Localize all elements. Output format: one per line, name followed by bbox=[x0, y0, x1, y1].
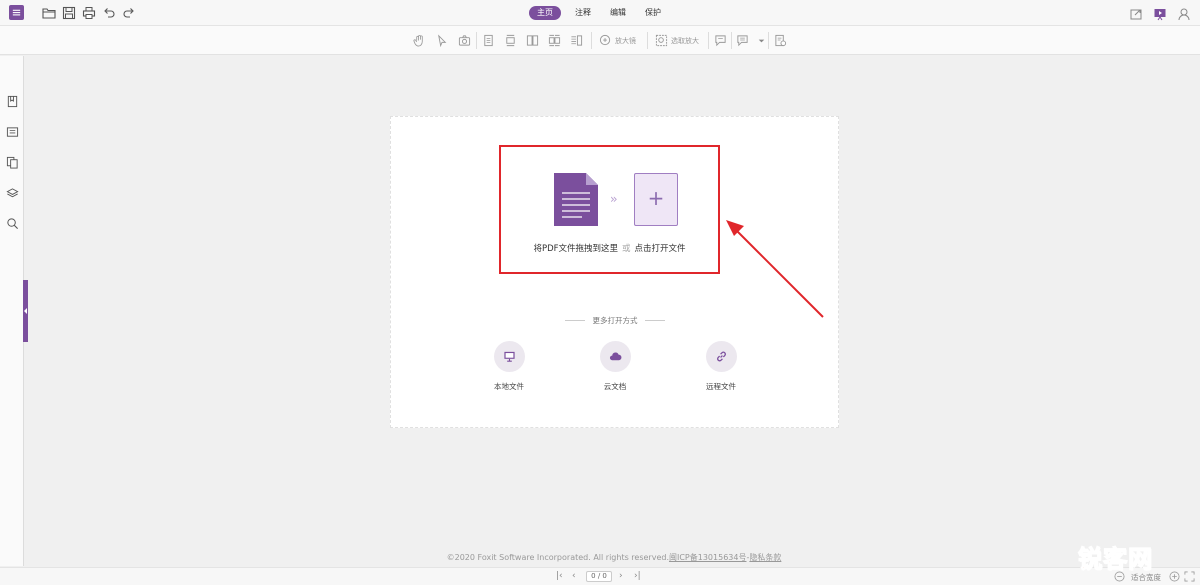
fullscreen-icon[interactable] bbox=[1184, 571, 1195, 582]
page-number-input[interactable]: 0 / 0 bbox=[586, 571, 612, 582]
local-file-option[interactable]: 本地文件 bbox=[479, 341, 539, 392]
next-page-icon[interactable]: › bbox=[619, 571, 623, 581]
remote-file-label: 远程文件 bbox=[706, 382, 736, 391]
pages-icon[interactable] bbox=[6, 154, 19, 169]
search-icon[interactable] bbox=[6, 215, 19, 230]
more-options-title: 更多打开方式 bbox=[592, 316, 638, 325]
single-page-icon[interactable] bbox=[482, 33, 495, 48]
user-icon[interactable] bbox=[1176, 6, 1192, 22]
add-file-button[interactable]: + bbox=[634, 173, 678, 226]
drop-or: 或 bbox=[622, 244, 631, 254]
bookmark-icon[interactable] bbox=[6, 93, 19, 108]
icp-link[interactable]: 闽ICP备13015634号 bbox=[669, 553, 747, 562]
tab-edit[interactable]: 编辑 bbox=[610, 6, 626, 20]
status-bar: |‹ ‹ 0 / 0 › ›| 适合宽度 bbox=[0, 567, 1200, 585]
tab-protect[interactable]: 保护 bbox=[645, 6, 661, 20]
continuous-page-icon[interactable] bbox=[504, 33, 517, 48]
cloud-doc-option[interactable]: 云文档 bbox=[585, 341, 645, 392]
link-icon bbox=[716, 351, 726, 362]
top-bar: 主页 注释 编辑 保护 bbox=[0, 0, 1200, 26]
facing-page-icon[interactable] bbox=[526, 33, 539, 48]
snapshot-icon[interactable] bbox=[458, 33, 471, 48]
monitor-icon bbox=[503, 351, 515, 362]
save-icon[interactable] bbox=[61, 5, 77, 21]
cloud-doc-label: 云文档 bbox=[603, 382, 627, 391]
pdf-document-icon bbox=[554, 173, 598, 226]
chevron-right-icon: ›› bbox=[610, 192, 617, 206]
click-open-link[interactable]: 点击打开文件 bbox=[635, 244, 686, 254]
red-arrow-annotation bbox=[726, 220, 824, 318]
comment-icon[interactable] bbox=[714, 33, 727, 48]
drop-zone[interactable]: ›› + 将PDF文件拖拽到这里或点击打开文件 bbox=[499, 145, 720, 274]
copyright-footer: ©2020 Foxit Software Incorporated. All r… bbox=[0, 552, 1200, 563]
plus-icon: + bbox=[647, 186, 665, 210]
copyright-text: ©2020 Foxit Software Incorporated. All r… bbox=[446, 553, 669, 562]
menu-icon[interactable] bbox=[9, 5, 24, 20]
watermark-logo: 锐客网 bbox=[1078, 545, 1153, 574]
select-zoom-button[interactable]: 选取放大 bbox=[655, 33, 699, 48]
drop-text: 将PDF文件拖拽到这里 bbox=[533, 244, 619, 254]
present-icon[interactable] bbox=[1152, 6, 1168, 22]
cloud-icon bbox=[609, 352, 621, 361]
zoom-in-icon[interactable] bbox=[1169, 571, 1180, 582]
open-folder-icon[interactable] bbox=[41, 5, 57, 21]
document-settings-icon[interactable] bbox=[774, 33, 787, 48]
remote-file-option[interactable]: 远程文件 bbox=[691, 341, 751, 392]
last-page-icon[interactable]: ›| bbox=[634, 571, 641, 581]
select-zoom-label: 选取放大 bbox=[671, 36, 699, 45]
magnifier-button[interactable]: 放大镜 bbox=[599, 33, 636, 48]
prev-page-icon[interactable]: ‹ bbox=[572, 571, 576, 581]
redo-icon[interactable] bbox=[121, 5, 137, 21]
dropdown-icon[interactable] bbox=[755, 33, 768, 48]
hand-icon[interactable] bbox=[413, 33, 426, 48]
note-icon[interactable] bbox=[736, 33, 749, 48]
drop-instruction: 将PDF文件拖拽到这里或点击打开文件 bbox=[501, 242, 718, 254]
privacy-link[interactable]: 隐私条款 bbox=[749, 553, 781, 562]
split-view-icon[interactable] bbox=[570, 33, 583, 48]
ribbon-tabs: 主页 注释 编辑 保护 bbox=[529, 6, 680, 20]
share-icon[interactable] bbox=[1128, 6, 1144, 22]
tab-home[interactable]: 主页 bbox=[529, 6, 561, 20]
continuous-facing-icon[interactable] bbox=[548, 33, 561, 48]
select-arrow-icon[interactable] bbox=[436, 33, 449, 48]
local-file-label: 本地文件 bbox=[494, 382, 524, 391]
comments-panel-icon[interactable] bbox=[6, 124, 19, 137]
first-page-icon[interactable]: |‹ bbox=[556, 571, 563, 581]
select-zoom-icon bbox=[655, 34, 668, 47]
more-options-divider: 更多打开方式 bbox=[565, 315, 665, 325]
magnifier-icon bbox=[599, 34, 611, 46]
print-icon[interactable] bbox=[81, 5, 97, 21]
sidebar-collapse-handle[interactable] bbox=[23, 280, 28, 342]
tab-annotate[interactable]: 注释 bbox=[575, 6, 591, 20]
layers-icon[interactable] bbox=[6, 185, 19, 198]
undo-icon[interactable] bbox=[101, 5, 117, 21]
toolbar: 放大镜 选取放大 bbox=[0, 26, 1200, 55]
magnifier-label: 放大镜 bbox=[615, 36, 636, 45]
left-sidebar bbox=[0, 56, 24, 566]
